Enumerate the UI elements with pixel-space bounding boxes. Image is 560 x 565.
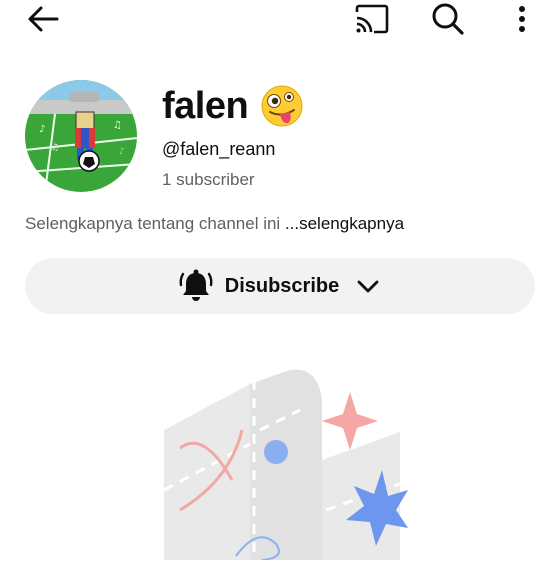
channel-title-row: falen (162, 84, 304, 128)
subscriber-count: 1 subscriber (162, 170, 255, 189)
channel-description[interactable]: Selengkapnya tentang channel ini ...sele… (25, 214, 404, 234)
more-options-button[interactable] (508, 2, 536, 36)
subscribed-button[interactable]: Disubscribe (25, 258, 535, 314)
subscribed-label: Disubscribe (224, 274, 340, 297)
search-icon (432, 3, 464, 35)
back-button[interactable] (24, 2, 62, 36)
bell-icon (179, 269, 213, 301)
channel-avatar[interactable]: ♪ ♫ ♪ ♫ (25, 80, 137, 192)
cast-button[interactable] (352, 2, 392, 36)
crazy-face-emoji-icon (261, 85, 303, 127)
search-button[interactable] (428, 0, 468, 38)
svg-text:♫: ♫ (113, 120, 122, 131)
illustration-art (163, 369, 408, 561)
svg-text:♪: ♪ (39, 124, 45, 135)
avatar-image: ♪ ♫ ♪ ♫ (25, 80, 137, 192)
about-text: Selengkapnya tentang channel ini (25, 214, 285, 233)
chevron-down-icon (357, 280, 379, 293)
back-arrow-icon (28, 6, 59, 32)
more-vert-icon (519, 6, 525, 32)
empty-state-illustration (150, 360, 410, 561)
top-app-bar (0, 0, 560, 40)
more-link[interactable]: ...selengkapnya (285, 214, 404, 233)
channel-handle: @falen_reann (162, 139, 276, 159)
svg-text:♪: ♪ (119, 147, 125, 157)
channel-name: falen (162, 84, 249, 127)
cast-icon (355, 4, 389, 34)
svg-text:♫: ♫ (51, 143, 59, 153)
